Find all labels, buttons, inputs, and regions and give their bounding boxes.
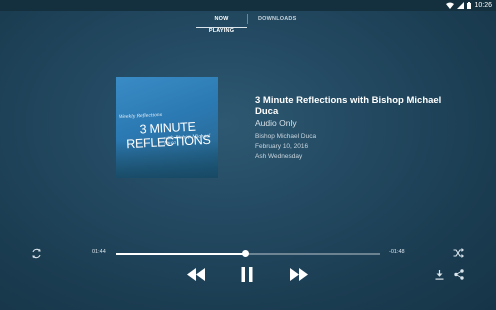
battery-icon	[467, 2, 472, 9]
status-bar: 10:26	[0, 0, 496, 11]
tab-downloads[interactable]: DOWNLOADS	[248, 13, 298, 27]
artwork-small-text: Weekly Reflections	[118, 112, 163, 121]
episode-artwork: Weekly Reflections 3 MINUTE REFLECTIONS …	[116, 77, 218, 178]
fast-forward-icon[interactable]	[289, 268, 309, 281]
media-type: Audio Only	[255, 118, 297, 128]
tab-bar: NOW PLAYING DOWNLOADS	[196, 13, 298, 34]
pause-icon[interactable]	[241, 267, 253, 282]
wifi-icon	[446, 2, 455, 9]
episode-author: Bishop Michael Duca	[255, 133, 317, 140]
episode-title: 3 Minute Reflections with Bishop Michael…	[255, 95, 442, 117]
share-icon[interactable]	[454, 269, 464, 280]
tab-now-playing[interactable]: NOW PLAYING	[196, 13, 247, 34]
shuffle-icon[interactable]	[453, 248, 464, 258]
repeat-icon[interactable]	[31, 248, 42, 259]
clock: 10:26	[474, 2, 492, 9]
signal-icon	[457, 2, 465, 9]
episode-occasion: Ash Wednesday	[255, 153, 303, 160]
episode-date: February 10, 2016	[255, 143, 309, 150]
elapsed-time: 01:44	[92, 249, 106, 255]
rewind-icon[interactable]	[186, 268, 206, 281]
seek-bar-progress	[116, 253, 246, 255]
status-icons: 10:26	[446, 0, 492, 11]
remaining-time: -01:48	[389, 249, 405, 255]
seek-thumb[interactable]	[241, 250, 249, 257]
download-icon[interactable]	[435, 270, 444, 280]
episode-info: 3 Minute Reflections with Bishop Michael…	[255, 95, 455, 162]
seek-bar[interactable]	[116, 250, 380, 257]
